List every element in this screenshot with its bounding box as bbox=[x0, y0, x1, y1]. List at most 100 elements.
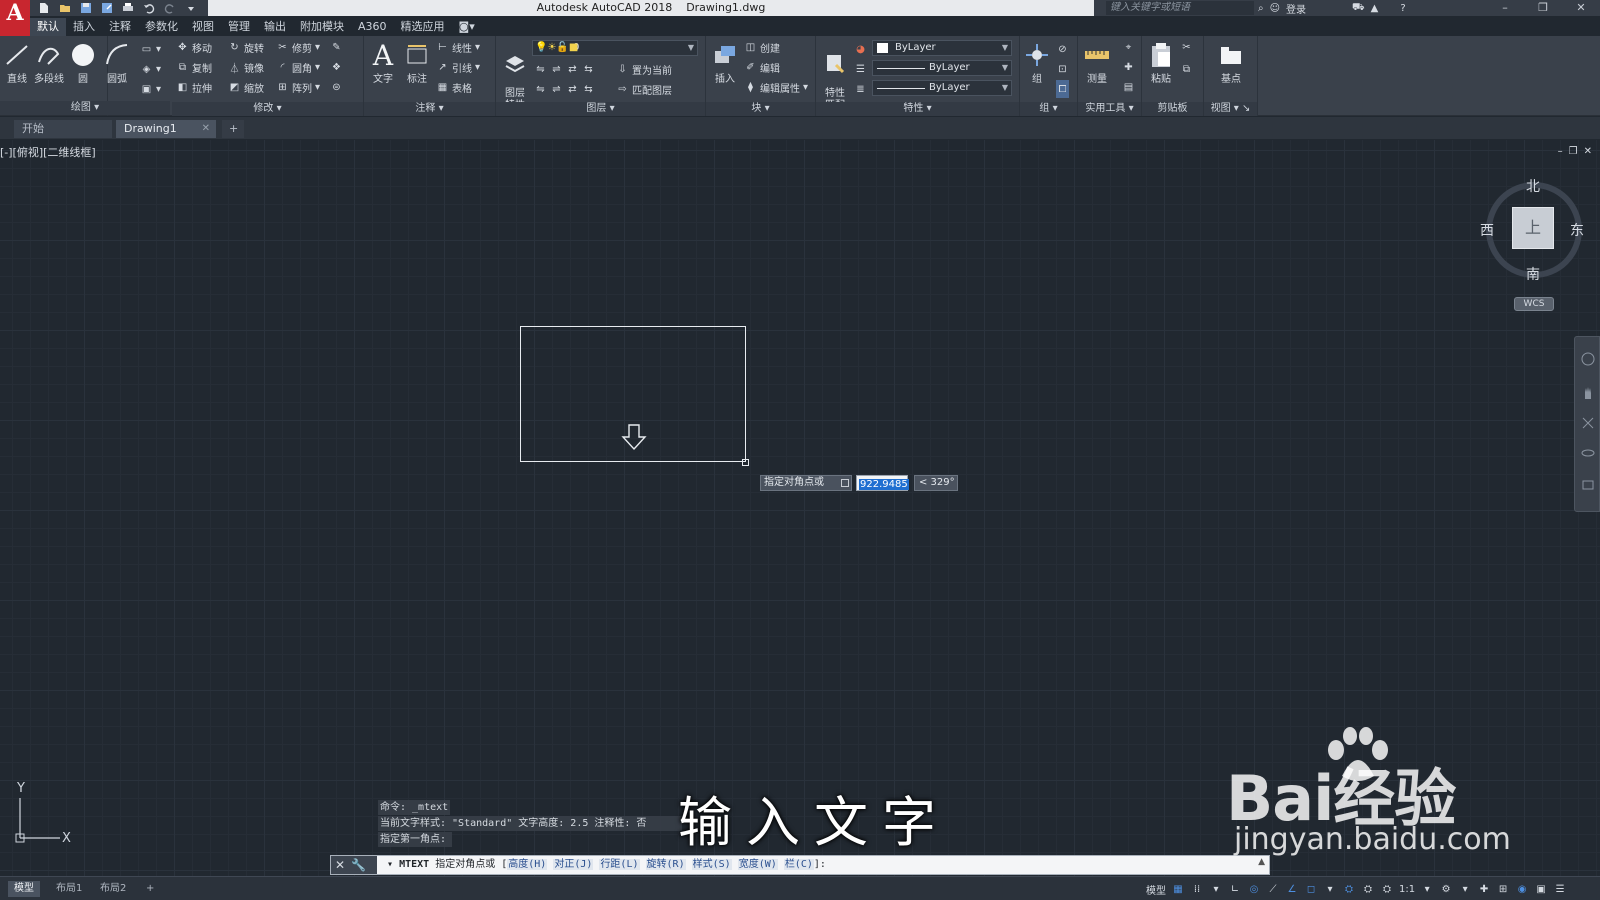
tab-annotate[interactable]: 注释 bbox=[102, 18, 138, 36]
user-icon[interactable]: ☺ bbox=[1270, 3, 1280, 14]
tab-start[interactable]: 开始 bbox=[14, 120, 112, 138]
mirror-button[interactable]: ⏃ 镜像 bbox=[228, 58, 265, 76]
tab-output[interactable]: 输出 bbox=[257, 18, 293, 36]
option-columns[interactable]: 栏(C) bbox=[783, 859, 814, 870]
explode-icon[interactable]: ❖ bbox=[330, 58, 343, 76]
tab-layout2[interactable]: 布局2 bbox=[94, 881, 132, 897]
color-wheel-icon[interactable]: ◕ bbox=[854, 40, 867, 58]
copy-button[interactable]: ⧉ 复制 bbox=[176, 58, 212, 76]
customize-qat-icon[interactable] bbox=[183, 1, 199, 15]
viewcube-top-face[interactable]: 上 bbox=[1512, 207, 1554, 249]
panel-modify-title[interactable]: 修改 ▾ bbox=[172, 102, 363, 116]
cut-icon[interactable]: ✂ bbox=[1180, 38, 1193, 56]
base-view-button[interactable]: 基点 bbox=[1214, 40, 1248, 85]
redo-icon[interactable] bbox=[162, 1, 178, 15]
option-line-spacing[interactable]: 行距(L) bbox=[599, 859, 640, 870]
cart-icon[interactable]: ⛟ bbox=[1352, 2, 1365, 15]
arc-button[interactable]: 圆弧 bbox=[100, 40, 134, 85]
insert-block-button[interactable]: 插入 bbox=[708, 40, 742, 85]
color-dropdown[interactable]: ByLayer ▼ bbox=[872, 40, 1012, 56]
panel-draw-title[interactable]: 绘图 ▾ bbox=[0, 101, 170, 115]
command-customize-icon[interactable]: 🔧 bbox=[351, 858, 366, 872]
move-button[interactable]: ✥ 移动 bbox=[176, 38, 212, 56]
command-line[interactable]: ✕ 🔧 ▾ MTEXT 指定对角点或 [高度(H) 对正(J) 行距(L) 旋转… bbox=[330, 855, 1270, 875]
close-icon[interactable]: ✕ bbox=[1562, 0, 1600, 16]
help-icon[interactable]: ? bbox=[1400, 3, 1405, 14]
viewport-restore-icon[interactable]: ❐ bbox=[1569, 146, 1578, 157]
set-current-button[interactable]: ⇩ 置为当前 bbox=[616, 60, 672, 78]
object-snap-tracking-icon[interactable]: ∠ bbox=[1285, 882, 1299, 896]
compass-south[interactable]: 南 bbox=[1526, 264, 1540, 284]
tab-a360[interactable]: A360 bbox=[351, 18, 394, 36]
plot-icon[interactable] bbox=[120, 1, 136, 15]
lineweight-icon[interactable]: ≣ bbox=[854, 80, 867, 98]
tab-home[interactable]: 默认 bbox=[30, 18, 66, 36]
tab-parametric[interactable]: 参数化 bbox=[138, 18, 185, 36]
ungroup-icon[interactable]: ⊘ bbox=[1056, 40, 1069, 58]
table-button[interactable]: ▦ 表格 bbox=[436, 78, 472, 96]
linear-dim-button[interactable]: ⊢ 线性 ▾ bbox=[436, 38, 480, 56]
viewport-close-icon[interactable]: ✕ bbox=[1584, 146, 1592, 157]
group-edit-icon[interactable]: ⊡ bbox=[1056, 60, 1069, 78]
dropdown-icon[interactable]: ▾ bbox=[1458, 882, 1472, 896]
tab-featured-apps[interactable]: 精选应用 bbox=[394, 18, 452, 36]
viewcube[interactable]: 上 北 南 西 东 bbox=[1480, 176, 1586, 284]
rectangle-icon[interactable]: ▭ ▾ bbox=[140, 40, 161, 58]
dimension-button[interactable]: 标注 bbox=[400, 40, 434, 85]
layer-tools-row1[interactable]: ⇋ ⇌ ⇄ ⇆ bbox=[534, 60, 595, 78]
option-rotation[interactable]: 旋转(R) bbox=[645, 859, 686, 870]
tab-model[interactable]: 模型 bbox=[8, 881, 40, 897]
command-history-toggle-icon[interactable]: ▲ bbox=[1258, 857, 1265, 867]
panel-block-title[interactable]: 块 ▾ bbox=[706, 102, 815, 116]
create-block-button[interactable]: ◫ 创建 bbox=[744, 38, 780, 56]
compass-east[interactable]: 东 bbox=[1570, 220, 1584, 240]
compass-north[interactable]: 北 bbox=[1526, 176, 1540, 196]
polar-icon[interactable]: ◎ bbox=[1247, 882, 1261, 896]
point-id-icon[interactable]: ✚ bbox=[1122, 58, 1135, 76]
units-icon[interactable]: ⊞ bbox=[1496, 882, 1510, 896]
workspace-gear-icon[interactable]: ⚙ bbox=[1439, 882, 1453, 896]
option-width[interactable]: 宽度(W) bbox=[737, 859, 778, 870]
layer-tools-row2[interactable]: ⇋ ⇌ ⇄ ⇆ bbox=[534, 80, 595, 98]
linetype-icon[interactable]: ☰ bbox=[854, 60, 867, 78]
rotate-button[interactable]: ↻ 旋转 bbox=[228, 38, 264, 56]
fillet-button[interactable]: ◜ 圆角 ▾ bbox=[276, 58, 320, 76]
snap-icon[interactable]: ⁞⁞ bbox=[1190, 882, 1204, 896]
group-button[interactable]: 组 bbox=[1020, 40, 1054, 85]
panel-annotation-title[interactable]: 注释 ▾ bbox=[364, 102, 495, 116]
option-justify[interactable]: 对正(J) bbox=[553, 859, 594, 870]
open-file-icon[interactable] bbox=[57, 1, 73, 15]
leader-button[interactable]: ↗ 引线 ▾ bbox=[436, 58, 480, 76]
copy-clip-icon[interactable]: ⧉ bbox=[1180, 60, 1193, 78]
tab-addins[interactable]: 附加模块 bbox=[293, 18, 351, 36]
tab-view[interactable]: 视图 bbox=[185, 18, 221, 36]
erase-icon[interactable]: ✎ bbox=[330, 38, 343, 56]
lineweight-dropdown[interactable]: ByLayer ▼ bbox=[872, 80, 1012, 96]
model-space-label[interactable]: 模型 bbox=[1146, 882, 1166, 897]
binoculars-icon[interactable]: ⌕ bbox=[1258, 3, 1264, 14]
viewport-minimize-icon[interactable]: – bbox=[1558, 146, 1563, 157]
edit-block-button[interactable]: ✐ 编辑 bbox=[744, 58, 780, 76]
object-snap-icon[interactable]: ◻ bbox=[1304, 882, 1318, 896]
steering-wheel-icon[interactable] bbox=[1580, 351, 1596, 367]
minimize-icon[interactable]: – bbox=[1486, 0, 1524, 16]
new-tab-button[interactable]: + bbox=[222, 120, 244, 138]
quick-select-icon[interactable]: ⌖ bbox=[1122, 38, 1135, 56]
region-icon[interactable]: ▣ ▾ bbox=[140, 80, 161, 98]
dropdown-icon[interactable]: ▾ bbox=[1323, 882, 1337, 896]
save-as-icon[interactable] bbox=[99, 1, 115, 15]
command-close-icon[interactable]: ✕ bbox=[335, 858, 345, 872]
layer-dropdown[interactable]: 💡☀🔓■ 0 ▼ bbox=[532, 40, 698, 56]
zoom-extents-icon[interactable] bbox=[1580, 415, 1596, 431]
scale-button[interactable]: ◩ 缩放 bbox=[228, 78, 264, 96]
restore-icon[interactable]: ❐ bbox=[1524, 0, 1562, 16]
dynamic-input-angle-field[interactable]: < 329° bbox=[914, 475, 958, 491]
grid-icon[interactable]: ▦ bbox=[1171, 882, 1185, 896]
login-link[interactable]: 登录 bbox=[1286, 1, 1306, 16]
annotation-visibility-icon[interactable]: ⛭ bbox=[1342, 882, 1356, 896]
tab-insert[interactable]: 插入 bbox=[66, 18, 102, 36]
command-input[interactable]: ▾ MTEXT 指定对角点或 [高度(H) 对正(J) 行距(L) 旋转(R) … bbox=[387, 856, 826, 874]
measure-button[interactable]: 测量 bbox=[1080, 40, 1114, 85]
calculator-icon[interactable]: ▤ bbox=[1122, 78, 1135, 96]
application-menu-button[interactable]: A bbox=[0, 0, 30, 36]
